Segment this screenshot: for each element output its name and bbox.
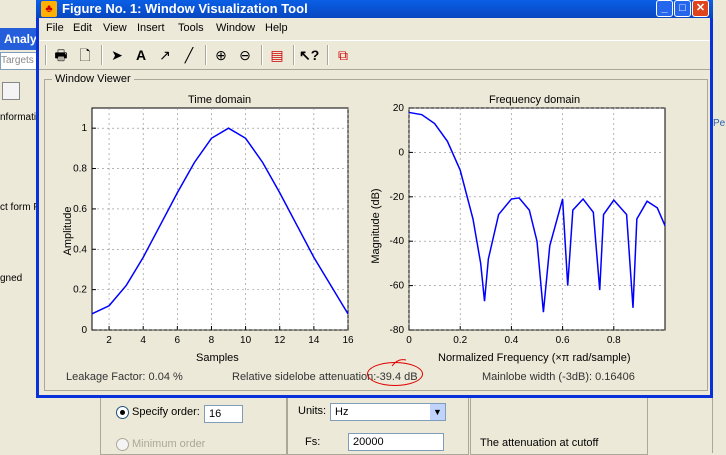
annotation-pen-mark <box>391 359 407 367</box>
time-y-tick-label: 0 <box>81 325 87 336</box>
freq-y-tick-label: 0 <box>398 147 404 158</box>
freq-x-tick-label: 0.8 <box>607 335 621 346</box>
time-x-tick-label: 10 <box>240 335 252 346</box>
time-y-tick-label: 1 <box>81 123 87 134</box>
time-domain-chart[interactable]: 2 4 6 8 10 12 14 1600.20.40.60.810 0.2 0.4 0.6 0.82… <box>0 0 726 453</box>
freq-x-tick-label: 0.6 <box>556 335 570 346</box>
mainlobe-width-text: Mainlobe width (-3dB): 0.16406 <box>482 371 635 383</box>
freq-y-tick-label: -20 <box>390 192 405 203</box>
freq-x-tick-label: 0.2 <box>453 335 467 346</box>
leakage-factor-text: Leakage Factor: 0.04 % <box>66 371 183 383</box>
time-x-tick-label: 4 <box>140 335 146 346</box>
freq-y-tick-label: -40 <box>390 236 405 247</box>
time-plot-area <box>91 107 349 331</box>
time-y-tick-label: 0.2 <box>73 285 87 296</box>
time-x-tick-label: 16 <box>342 335 354 346</box>
sidelobe-attenuation-label: Relative sidelobe attenuation: <box>232 371 377 383</box>
time-x-tick-label: 2 <box>106 335 112 346</box>
freq-y-tick-label: -60 <box>390 281 405 292</box>
freq-y-tick-label: 20 <box>393 103 405 114</box>
time-y-tick-label: 0.6 <box>73 204 87 215</box>
time-x-tick-label: 14 <box>308 335 320 346</box>
time-x-tick-label: 12 <box>274 335 286 346</box>
time-x-tick-label: 6 <box>175 335 181 346</box>
freq-x-tick-label: 0.4 <box>504 335 518 346</box>
time-y-tick-label: 0.8 <box>73 164 87 175</box>
freq-x-tick-label: 0 <box>406 335 412 346</box>
time-y-tick-label: 0.4 <box>73 244 87 255</box>
time-x-tick-label: 8 <box>209 335 215 346</box>
freq-y-tick-label: -80 <box>390 325 405 336</box>
